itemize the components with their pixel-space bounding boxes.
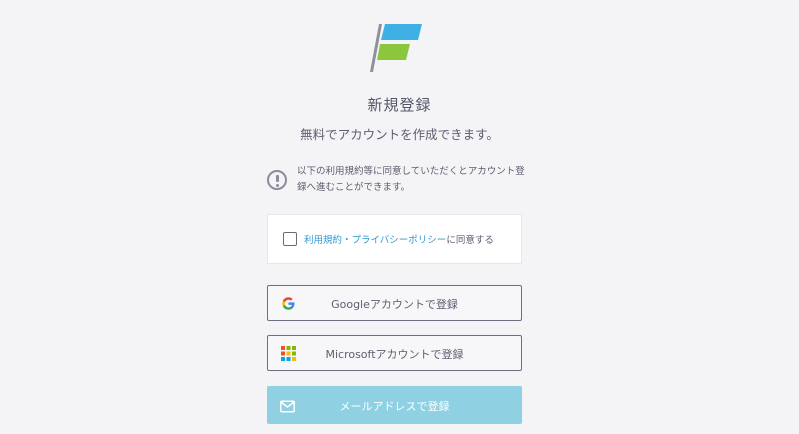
microsoft-signup-label: Microsoftアカウントで登録 — [325, 348, 464, 361]
agree-checkbox[interactable] — [283, 232, 297, 246]
microsoft-signup-button[interactable]: Microsoftアカウントで登録 — [267, 335, 522, 371]
page-title: 新規登録 — [367, 96, 432, 114]
flag-logo-icon — [370, 24, 422, 72]
agreement-notice: 以下の利用規約等に同意していただくとアカウント登録へ進むことができます。 — [267, 164, 527, 200]
terms-privacy-link[interactable]: 利用規約・プライバシーポリシー — [304, 235, 446, 246]
page-subtitle: 無料でアカウントを作成できます。 — [300, 127, 499, 142]
google-signup-label: Googleアカウントで登録 — [331, 298, 458, 311]
agreement-box: 利用規約・プライバシーポリシーに同意する — [267, 214, 522, 264]
email-signup-button[interactable]: メールアドレスで登録 — [267, 386, 522, 424]
email-signup-label: メールアドレスで登録 — [339, 400, 450, 413]
notice-text: 以下の利用規約等に同意していただくとアカウント登録へ進むことができます。 — [297, 166, 525, 193]
agree-label: 利用規約・プライバシーポリシーに同意する — [304, 232, 494, 246]
agree-suffix: に同意する — [446, 235, 494, 246]
exclamation-circle-icon — [267, 170, 287, 190]
google-signup-button[interactable]: Googleアカウントで登録 — [267, 285, 522, 321]
